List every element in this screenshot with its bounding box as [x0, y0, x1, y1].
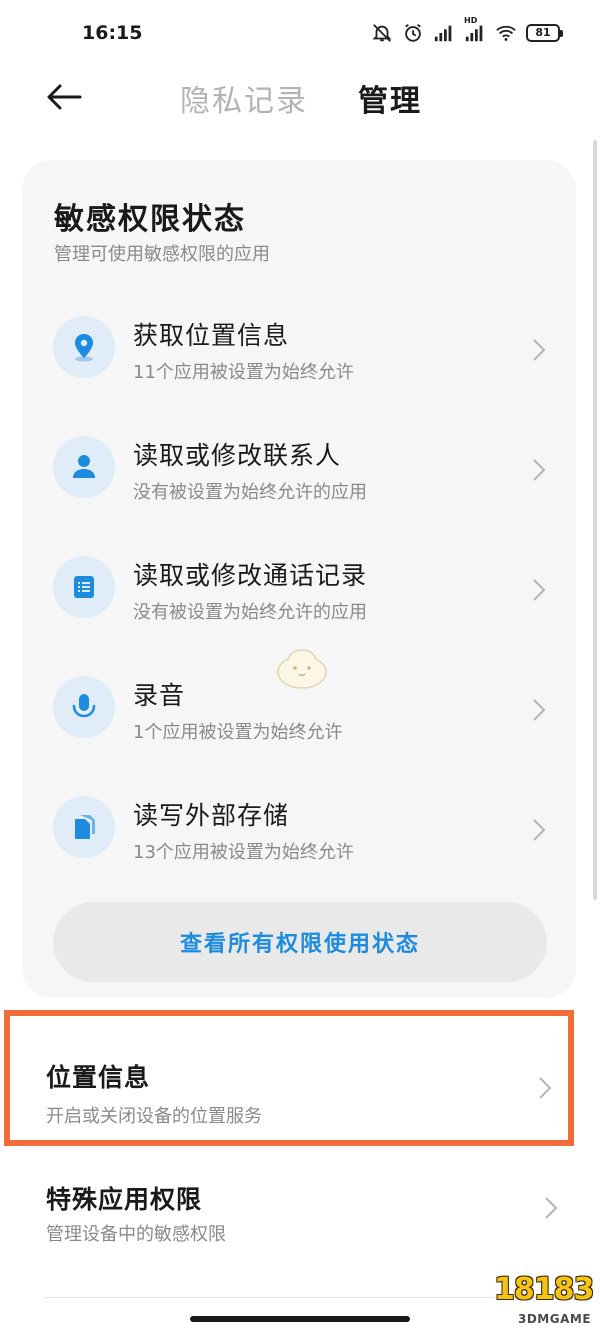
- location-settings-row[interactable]: 位置信息 开启或关闭设备的位置服务: [4, 1010, 574, 1146]
- microphone-icon: [53, 676, 115, 738]
- card-subtitle: 管理可使用敏感权限的应用: [54, 244, 270, 265]
- card-title: 敏感权限状态: [54, 202, 246, 237]
- chevron-right-icon: [533, 339, 546, 361]
- chevron-right-icon: [533, 819, 546, 841]
- mascot-watermark-icon: [277, 649, 327, 689]
- chevron-right-icon: [539, 1077, 552, 1099]
- wifi-icon: [496, 25, 516, 41]
- divider: [44, 1297, 554, 1298]
- permission-item-contacts[interactable]: 读取或修改联系人 没有被设置为始终允许的应用: [22, 414, 576, 524]
- status-icons: HD 81: [371, 16, 563, 44]
- watermark-site: 3DMGAME: [518, 1312, 592, 1326]
- location-pin-icon: [53, 316, 115, 378]
- status-time: 16:15: [82, 22, 143, 44]
- hd-label: HD: [464, 16, 478, 25]
- scrollbar[interactable]: [593, 140, 597, 900]
- permission-title: 录音: [133, 681, 186, 710]
- tab-privacy-records[interactable]: 隐私记录: [180, 76, 308, 120]
- sensitive-permissions-card: 敏感权限状态 管理可使用敏感权限的应用 获取位置信息 11个应用被设置为始终允许…: [22, 160, 576, 998]
- status-bar: 16:15 HD 81: [0, 0, 600, 64]
- permission-desc: 11个应用被设置为始终允许: [133, 362, 354, 383]
- battery-icon: 81: [526, 24, 563, 42]
- top-navigation: 隐私记录 管理: [0, 64, 600, 134]
- permission-item-location[interactable]: 获取位置信息 11个应用被设置为始终允许: [22, 294, 576, 404]
- permission-title: 读取或修改通话记录: [133, 561, 368, 590]
- special-title: 特殊应用权限: [46, 1185, 203, 1214]
- permission-title: 读取或修改联系人: [133, 441, 342, 470]
- permission-title: 获取位置信息: [133, 321, 290, 350]
- chevron-right-icon: [533, 579, 546, 601]
- permission-desc: 13个应用被设置为始终允许: [133, 842, 354, 863]
- special-desc: 管理设备中的敏感权限: [46, 1224, 226, 1245]
- hd-signal-icon: HD: [464, 16, 486, 44]
- location-title: 位置信息: [46, 1063, 151, 1092]
- permission-item-call-log[interactable]: 读取或修改通话记录 没有被设置为始终允许的应用: [22, 534, 576, 644]
- back-arrow-icon[interactable]: [44, 80, 84, 114]
- person-icon: [53, 436, 115, 498]
- special-app-permissions-row[interactable]: 特殊应用权限 管理设备中的敏感权限: [4, 1160, 574, 1260]
- view-all-permissions-button[interactable]: 查看所有权限使用状态: [53, 902, 547, 982]
- alarm-icon: [405, 23, 421, 42]
- signal-icon: [434, 25, 452, 42]
- permission-title: 读写外部存储: [133, 801, 290, 830]
- tab-manage[interactable]: 管理: [358, 76, 422, 120]
- permission-desc: 没有被设置为始终允许的应用: [133, 482, 367, 503]
- location-desc: 开启或关闭设备的位置服务: [46, 1106, 262, 1127]
- mute-icon: [372, 24, 392, 42]
- permission-item-storage[interactable]: 读写外部存储 13个应用被设置为始终允许: [22, 774, 576, 884]
- permission-desc: 没有被设置为始终允许的应用: [133, 602, 367, 623]
- chevron-right-icon: [533, 459, 546, 481]
- storage-icon: [53, 796, 115, 858]
- site-watermark: 18183 3DMGAME: [492, 1264, 596, 1330]
- home-indicator[interactable]: [190, 1316, 410, 1322]
- permission-desc: 1个应用被设置为始终允许: [133, 722, 343, 743]
- watermark-logo: 18183: [494, 1272, 594, 1307]
- chevron-right-icon: [545, 1197, 558, 1219]
- battery-level: 81: [535, 26, 551, 39]
- call-log-icon: [53, 556, 115, 618]
- chevron-right-icon: [533, 699, 546, 721]
